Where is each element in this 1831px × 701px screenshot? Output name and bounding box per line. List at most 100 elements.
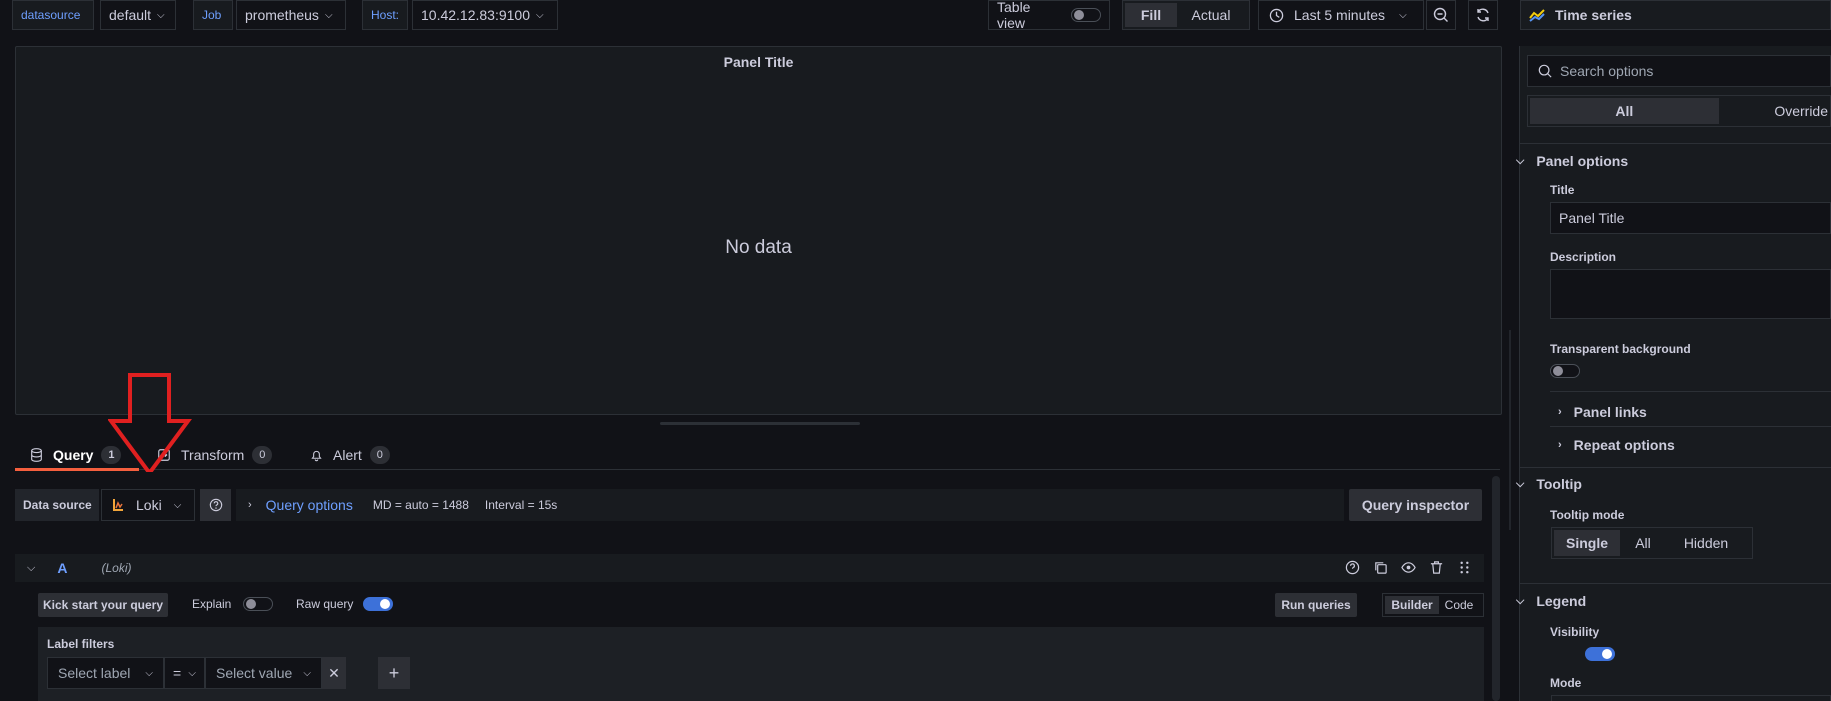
tooltip-mode-all[interactable]: All xyxy=(1620,530,1666,556)
max-data-points-info: MD = auto = 1488 xyxy=(372,498,469,512)
no-data-message: No data xyxy=(725,237,792,258)
divider xyxy=(1519,583,1831,584)
tab-overrides[interactable]: Override xyxy=(1719,98,1828,124)
query-tabs: Query 1 Transform 0 Alert 0 xyxy=(15,440,1500,471)
transform-count-badge: 0 xyxy=(252,446,273,464)
code-mode-button[interactable]: Code xyxy=(1439,596,1479,614)
panel-title-input[interactable]: Panel Title xyxy=(1550,202,1831,234)
panel-options-section-header[interactable]: ⌵ Panel options xyxy=(1516,151,1628,171)
data-source-help-button[interactable] xyxy=(200,489,231,521)
query-inspector-button[interactable]: Query inspector xyxy=(1349,489,1482,521)
fill-actual-group: Fill Actual xyxy=(1122,0,1250,30)
chevron-down-icon: ⌵ xyxy=(145,667,153,679)
time-range-label: Last 5 minutes xyxy=(1294,7,1386,23)
eye-icon[interactable] xyxy=(1401,560,1416,575)
legend-visibility-label: Visibility xyxy=(1550,625,1600,639)
tab-alert[interactable]: Alert 0 xyxy=(310,440,390,470)
query-datasource-name: (Loki) xyxy=(101,561,132,575)
time-range-picker[interactable]: Last 5 minutes ⌵ xyxy=(1258,0,1424,30)
legend-visibility-switch[interactable] xyxy=(1584,647,1615,662)
query-ref-id[interactable]: A xyxy=(57,560,67,576)
label-filters-section: Label filters Select label ⌵ = ⌵ Select va… xyxy=(38,627,1484,701)
data-source-label: Data source xyxy=(15,489,99,521)
legend-mode-group[interactable] xyxy=(1551,695,1831,701)
trash-icon[interactable] xyxy=(1429,560,1444,575)
panel-resize-divider[interactable] xyxy=(1509,330,1511,530)
explain-switch[interactable] xyxy=(243,597,274,611)
tooltip-mode-single[interactable]: Single xyxy=(1554,530,1620,556)
query-a-header[interactable]: ⌵ A (Loki) xyxy=(15,554,1484,582)
query-options-label: Query options xyxy=(265,497,353,513)
remove-filter-button[interactable]: ✕ xyxy=(322,657,346,689)
builder-mode-button[interactable]: Builder xyxy=(1385,596,1439,614)
visualization-label: Time series xyxy=(1555,7,1632,23)
repeat-options-section-header[interactable]: › Repeat options xyxy=(1558,435,1675,455)
alert-count-badge: 0 xyxy=(369,446,390,464)
tooltip-section-header[interactable]: ⌵ Tooltip xyxy=(1516,474,1582,494)
host-variable-select[interactable]: 10.42.12.83:9100 ⌵ xyxy=(412,0,558,30)
raw-query-switch[interactable] xyxy=(363,597,394,611)
bell-icon xyxy=(311,450,322,462)
refresh-icon xyxy=(1477,8,1489,22)
actual-button[interactable]: Actual xyxy=(1177,3,1245,27)
tab-all-options[interactable]: All xyxy=(1530,98,1719,124)
table-view-label: Table view xyxy=(997,0,1031,31)
explain-toggle[interactable]: Explain xyxy=(192,597,274,611)
explain-label: Explain xyxy=(192,597,232,611)
fill-button[interactable]: Fill xyxy=(1125,3,1177,27)
search-options-placeholder: Search options xyxy=(1560,63,1654,79)
time-series-icon xyxy=(1529,9,1545,22)
tooltip-mode-group: Single All Hidden xyxy=(1551,527,1753,559)
search-icon xyxy=(1538,64,1552,78)
operator-dropdown[interactable]: = ⌵ xyxy=(164,657,205,689)
tooltip-mode-hidden[interactable]: Hidden xyxy=(1666,530,1746,556)
divider xyxy=(1519,143,1831,144)
legend-section-header[interactable]: ⌵ Legend xyxy=(1516,591,1586,611)
builder-code-group: Builder Code xyxy=(1382,593,1484,617)
question-circle-icon[interactable] xyxy=(1345,560,1360,575)
divider xyxy=(1519,467,1831,468)
chevron-down-icon: ⌵ xyxy=(303,667,311,679)
job-variable-select[interactable]: prometheus ⌵ xyxy=(236,0,346,30)
chevron-down-icon: ⌵ xyxy=(1516,154,1525,167)
close-icon: ✕ xyxy=(328,664,340,681)
query-editor-scrollbar[interactable] xyxy=(1492,476,1500,701)
splitter-handle[interactable] xyxy=(660,422,860,425)
search-options-field[interactable]: Search options xyxy=(1527,55,1831,87)
transparent-background-label: Transparent background xyxy=(1550,342,1691,356)
database-icon xyxy=(31,448,42,462)
select-value-dropdown[interactable]: Select value ⌵ xyxy=(205,657,322,689)
drag-handle-icon[interactable] xyxy=(1457,560,1472,575)
chevron-right-icon: › xyxy=(1558,439,1562,451)
panel-links-section-header[interactable]: › Panel links xyxy=(1558,402,1647,422)
run-queries-button[interactable]: Run queries xyxy=(1275,593,1357,617)
raw-query-toggle[interactable]: Raw query xyxy=(296,597,394,611)
label-filters-title: Label filters xyxy=(47,637,115,651)
add-filter-button[interactable]: + xyxy=(378,657,410,689)
chevron-right-icon: › xyxy=(248,499,252,511)
legend-mode-label: Mode xyxy=(1550,676,1582,690)
copy-icon[interactable] xyxy=(1373,560,1388,575)
select-label-dropdown[interactable]: Select label ⌵ xyxy=(47,657,164,689)
data-source-picker[interactable]: Loki ⌵ xyxy=(101,489,195,521)
chevron-down-icon: ⌵ xyxy=(1516,477,1525,490)
chevron-down-icon: ⌵ xyxy=(536,9,544,21)
refresh-button[interactable] xyxy=(1468,0,1498,30)
transparent-background-switch[interactable] xyxy=(1550,364,1580,379)
chevron-down-icon: ⌵ xyxy=(1516,594,1525,607)
query-options-row[interactable]: › Query options MD = auto = 1488 Interva… xyxy=(236,489,1344,521)
chevron-down-icon[interactable]: ⌵ xyxy=(27,562,35,575)
clock-icon xyxy=(1269,8,1284,22)
description-textarea[interactable] xyxy=(1550,269,1831,319)
question-circle-icon xyxy=(209,498,222,512)
kick-start-button[interactable]: Kick start your query xyxy=(38,593,168,617)
chevron-down-icon: ⌵ xyxy=(1399,9,1407,21)
panel-preview[interactable]: Panel Title No data xyxy=(15,46,1502,415)
table-view-switch[interactable] xyxy=(1071,8,1101,22)
chevron-down-icon: ⌵ xyxy=(188,667,196,679)
annotation-arrow-icon xyxy=(108,373,192,476)
datasource-variable-select[interactable]: default ⌵ xyxy=(100,0,176,30)
table-view-toggle[interactable]: Table view xyxy=(988,0,1110,31)
visualization-picker[interactable]: Time series xyxy=(1520,0,1831,30)
zoom-out-button[interactable] xyxy=(1426,0,1456,30)
